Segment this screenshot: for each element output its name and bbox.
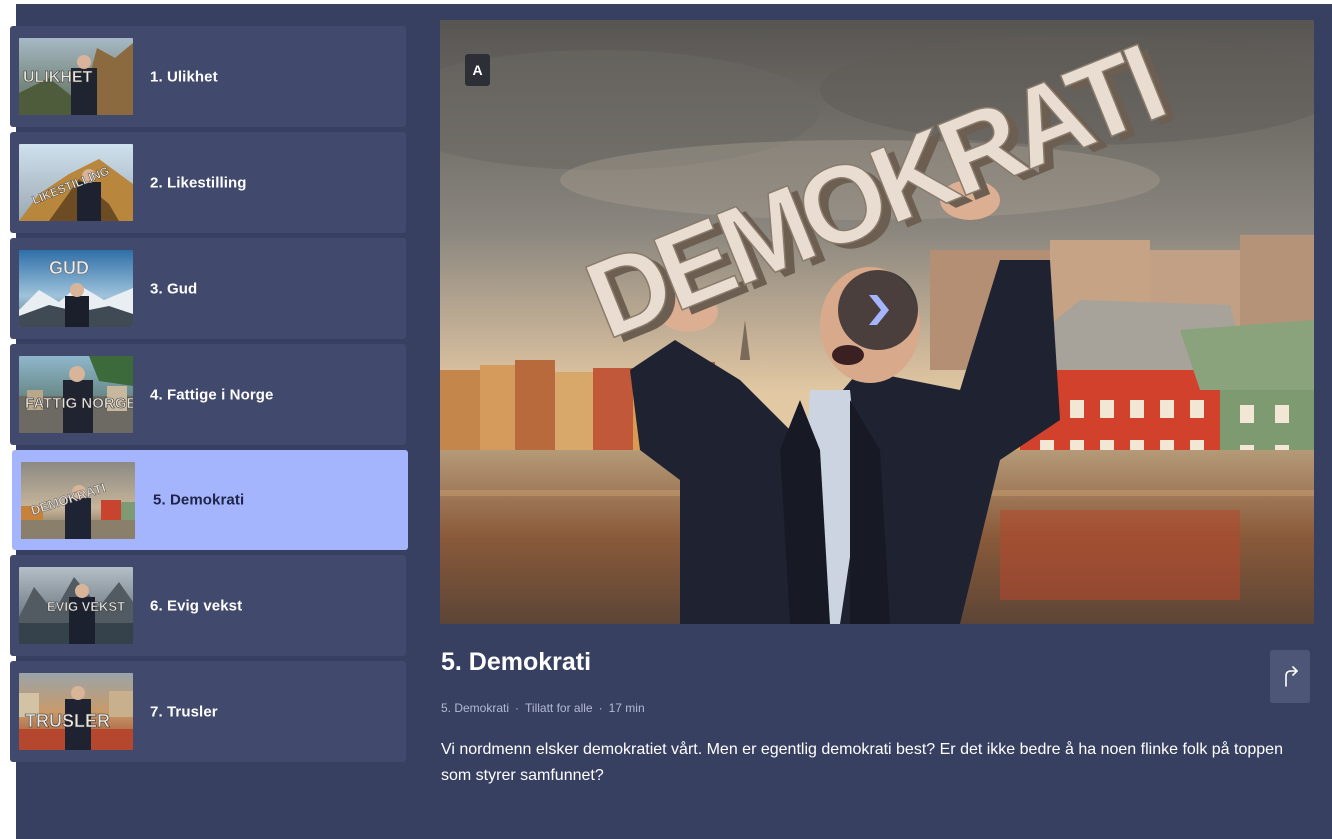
episode-title: 3. Gud bbox=[150, 280, 198, 297]
episode-item-1[interactable]: ULIKHET 1. Ulikhet bbox=[10, 26, 406, 127]
episode-thumbnail: ULIKHET bbox=[19, 38, 133, 115]
episode-item-3[interactable]: GUD 3. Gud bbox=[10, 238, 406, 339]
episode-title: 6. Evig vekst bbox=[150, 597, 243, 614]
episode-thumbnail: GUD bbox=[19, 250, 133, 327]
episode-title: 1. Ulikhet bbox=[150, 68, 218, 85]
episode-item-5[interactable]: DEMOKRATI 5. Demokrati bbox=[12, 450, 408, 550]
episode-heading: 5. Demokrati bbox=[441, 648, 592, 676]
meta-separator: · bbox=[515, 701, 520, 715]
meta-age-rating: Tillatt for alle bbox=[525, 701, 593, 715]
play-button[interactable] bbox=[838, 270, 918, 350]
episode-title: 4. Fattige i Norge bbox=[150, 386, 274, 403]
age-rating-badge: A bbox=[465, 54, 490, 86]
svg-text:EVIG VEKST: EVIG VEKST bbox=[47, 599, 125, 614]
episode-thumbnail: LIKESTILLING bbox=[19, 144, 133, 221]
svg-text:ULIKHET: ULIKHET bbox=[23, 69, 93, 86]
episode-item-7[interactable]: TRUSLER 7. Trusler bbox=[10, 661, 406, 762]
episode-thumbnail: EVIG VEKST bbox=[19, 567, 133, 644]
episode-title: 5. Demokrati bbox=[153, 491, 245, 509]
chevron-right-icon bbox=[869, 295, 889, 325]
svg-text:FATTIG NORGE: FATTIG NORGE bbox=[25, 395, 133, 412]
svg-text:TRUSLER: TRUSLER bbox=[25, 711, 110, 731]
episode-meta: 5. Demokrati · Tillatt for alle · 17 min bbox=[441, 701, 645, 715]
episode-thumbnail: DEMOKRATI bbox=[21, 462, 135, 539]
video-player[interactable]: DEMOKRATI DEMOKRATI A bbox=[440, 20, 1314, 624]
episode-description: Vi nordmenn elsker demokratiet vårt. Men… bbox=[441, 741, 1283, 784]
episode-item-2[interactable]: LIKESTILLING 2. Likestilling bbox=[10, 132, 406, 233]
episode-item-6[interactable]: EVIG VEKST 6. Evig vekst bbox=[10, 555, 406, 656]
meta-episode: 5. Demokrati bbox=[441, 701, 510, 715]
episode-thumbnail: TRUSLER bbox=[19, 673, 133, 750]
episode-thumbnail: FATTIG NORGE bbox=[19, 356, 133, 433]
svg-text:GUD: GUD bbox=[49, 258, 89, 278]
episode-title: 2. Likestilling bbox=[150, 174, 247, 191]
meta-separator: · bbox=[598, 701, 603, 715]
episode-item-4[interactable]: FATTIG NORGE 4. Fattige i Norge bbox=[10, 344, 406, 445]
episode-title: 7. Trusler bbox=[150, 703, 218, 720]
share-button[interactable] bbox=[1270, 650, 1310, 703]
share-arrow-icon bbox=[1285, 665, 1298, 687]
meta-duration: 17 min bbox=[608, 701, 645, 715]
episode-list: ULIKHET 1. Ulikhet LIKESTILLING 2. Likes… bbox=[10, 26, 408, 767]
